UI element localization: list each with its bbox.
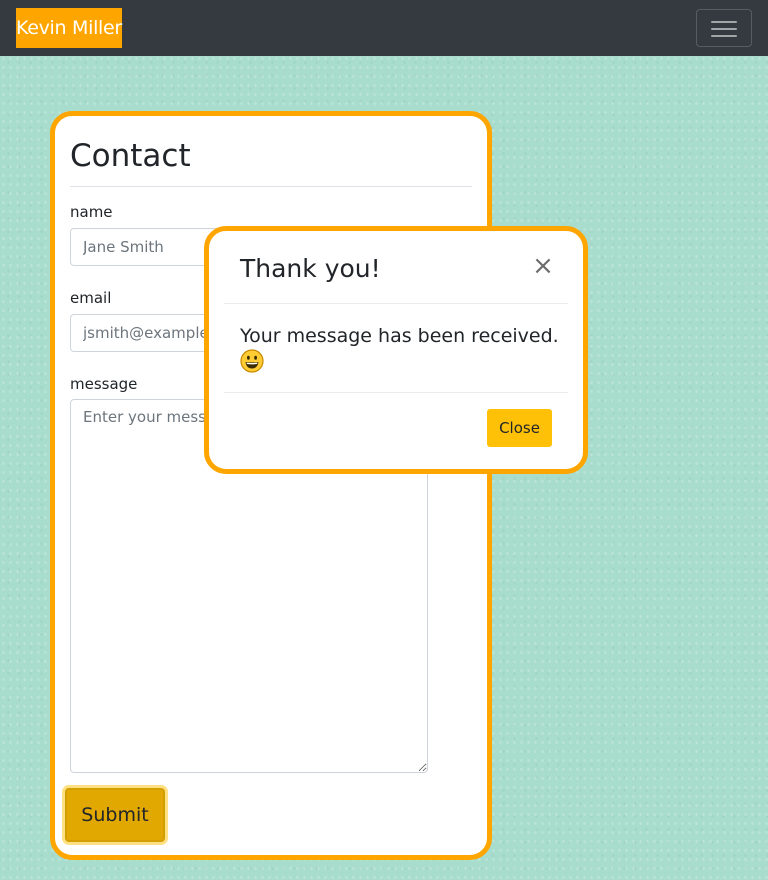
modal-message: Your message has been received. <box>240 325 559 347</box>
navbar: Kevin Miller <box>0 0 768 56</box>
submit-button[interactable]: Submit <box>65 788 165 842</box>
modal-title: Thank you! <box>240 254 381 283</box>
navbar-brand[interactable]: Kevin Miller <box>16 8 122 48</box>
grinning-face-emoji-icon <box>240 349 264 373</box>
divider <box>70 186 472 187</box>
modal-close-button[interactable]: Close <box>487 409 552 447</box>
contact-card: Contact name email message Submit <box>50 111 492 860</box>
email-label: email <box>70 289 112 307</box>
close-icon[interactable]: × <box>531 249 555 283</box>
modal-body: Your message has been received. <box>240 323 560 375</box>
modal-header-divider <box>224 303 568 304</box>
navbar-toggler-button[interactable] <box>696 9 752 47</box>
message-label: message <box>70 375 138 393</box>
thank-you-modal: Thank you! × Your message has been recei… <box>204 226 588 474</box>
name-label: name <box>70 203 113 221</box>
contact-title: Contact <box>70 138 191 174</box>
modal-footer-divider <box>224 392 568 393</box>
